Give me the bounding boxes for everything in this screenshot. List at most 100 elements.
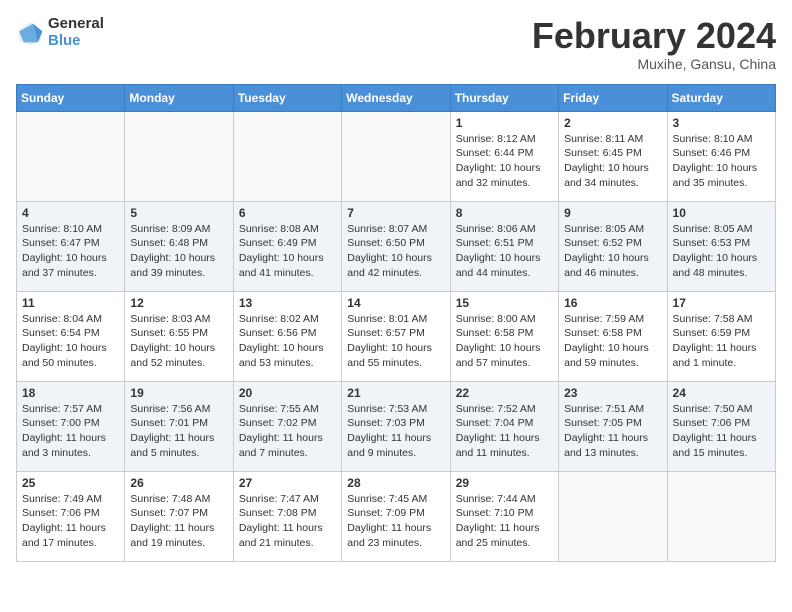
calendar-table: SundayMondayTuesdayWednesdayThursdayFrid… — [16, 84, 776, 562]
day-info: Sunrise: 7:44 AM Sunset: 7:10 PM Dayligh… — [456, 492, 553, 551]
calendar-week-3: 11 Sunrise: 8:04 AM Sunset: 6:54 PM Dayli… — [17, 291, 776, 381]
calendar-cell: 20Sunrise: 7:55 AM Sunset: 7:02 PM Dayli… — [233, 381, 341, 471]
calendar-cell: 24 Sunrise: 7:50 AM Sunset: 7:06 PM Dayli… — [667, 381, 775, 471]
day-number: 3 — [673, 116, 770, 130]
calendar-cell: 28 Sunrise: 7:45 AM Sunset: 7:09 PM Dayli… — [342, 471, 450, 561]
calendar-cell: 17 Sunrise: 7:58 AM Sunset: 6:59 PM Dayli… — [667, 291, 775, 381]
weekday-header-monday: Monday — [125, 84, 233, 111]
day-info: Sunrise: 8:11 AM Sunset: 6:45 PM Dayligh… — [564, 132, 661, 191]
day-info: Sunrise: 7:47 AM Sunset: 7:08 PM Dayligh… — [239, 492, 336, 551]
day-number: 26 — [130, 476, 227, 490]
calendar-cell: 6 Sunrise: 8:08 AM Sunset: 6:49 PM Daylig… — [233, 201, 341, 291]
calendar-cell — [17, 111, 125, 201]
calendar-cell — [559, 471, 667, 561]
day-info: Sunrise: 8:05 AM Sunset: 6:53 PM Dayligh… — [673, 222, 770, 281]
logo-icon — [16, 19, 44, 47]
calendar-cell: 10 Sunrise: 8:05 AM Sunset: 6:53 PM Dayli… — [667, 201, 775, 291]
calendar-cell — [667, 471, 775, 561]
weekday-header-saturday: Saturday — [667, 84, 775, 111]
calendar-cell — [342, 111, 450, 201]
calendar-cell: 2 Sunrise: 8:11 AM Sunset: 6:45 PM Daylig… — [559, 111, 667, 201]
calendar-cell: 15Sunrise: 8:00 AM Sunset: 6:58 PM Dayli… — [450, 291, 558, 381]
logo: General Blue — [16, 16, 104, 49]
day-info: Sunrise: 8:12 AM Sunset: 6:44 PM Dayligh… — [456, 132, 553, 191]
weekday-header-friday: Friday — [559, 84, 667, 111]
day-number: 13 — [239, 296, 336, 310]
logo-blue-label: Blue — [48, 33, 104, 50]
day-number: 8 — [456, 206, 553, 220]
day-info: Sunrise: 7:48 AM Sunset: 7:07 PM Dayligh… — [130, 492, 227, 551]
calendar-cell: 18Sunrise: 7:57 AM Sunset: 7:00 PM Dayli… — [17, 381, 125, 471]
day-number: 22 — [456, 386, 553, 400]
day-info: Sunrise: 7:50 AM Sunset: 7:06 PM Dayligh… — [673, 402, 770, 461]
weekday-header-thursday: Thursday — [450, 84, 558, 111]
calendar-cell: 22 Sunrise: 7:52 AM Sunset: 7:04 PM Dayli… — [450, 381, 558, 471]
day-info: Sunrise: 8:07 AM Sunset: 6:50 PM Dayligh… — [347, 222, 444, 281]
calendar-cell: 14Sunrise: 8:01 AM Sunset: 6:57 PM Dayli… — [342, 291, 450, 381]
weekday-header-row: SundayMondayTuesdayWednesdayThursdayFrid… — [17, 84, 776, 111]
day-info: Sunrise: 8:03 AM Sunset: 6:55 PM Dayligh… — [130, 312, 227, 371]
calendar-cell: 11 Sunrise: 8:04 AM Sunset: 6:54 PM Dayli… — [17, 291, 125, 381]
calendar-cell — [233, 111, 341, 201]
month-title: February 2024 — [532, 16, 776, 56]
day-number: 11 — [22, 296, 119, 310]
day-info: Sunrise: 8:08 AM Sunset: 6:49 PM Dayligh… — [239, 222, 336, 281]
logo-general-label: General — [48, 16, 104, 33]
calendar-cell: 1 Sunrise: 8:12 AM Sunset: 6:44 PM Daylig… — [450, 111, 558, 201]
day-number: 21 — [347, 386, 444, 400]
calendar-week-4: 18Sunrise: 7:57 AM Sunset: 7:00 PM Dayli… — [17, 381, 776, 471]
day-info: Sunrise: 8:06 AM Sunset: 6:51 PM Dayligh… — [456, 222, 553, 281]
day-number: 20 — [239, 386, 336, 400]
day-number: 2 — [564, 116, 661, 130]
calendar-cell: 29 Sunrise: 7:44 AM Sunset: 7:10 PM Dayli… — [450, 471, 558, 561]
day-info: Sunrise: 8:04 AM Sunset: 6:54 PM Dayligh… — [22, 312, 119, 371]
day-number: 15 — [456, 296, 553, 310]
calendar-cell: 8 Sunrise: 8:06 AM Sunset: 6:51 PM Daylig… — [450, 201, 558, 291]
day-number: 7 — [347, 206, 444, 220]
day-number: 16 — [564, 296, 661, 310]
calendar-cell: 7 Sunrise: 8:07 AM Sunset: 6:50 PM Daylig… — [342, 201, 450, 291]
day-number: 23 — [564, 386, 661, 400]
day-number: 24 — [673, 386, 770, 400]
weekday-header-wednesday: Wednesday — [342, 84, 450, 111]
location: Muxihe, Gansu, China — [532, 56, 776, 72]
day-info: Sunrise: 8:02 AM Sunset: 6:56 PM Dayligh… — [239, 312, 336, 371]
day-info: Sunrise: 7:51 AM Sunset: 7:05 PM Dayligh… — [564, 402, 661, 461]
calendar-week-5: 25 Sunrise: 7:49 AM Sunset: 7:06 PM Dayli… — [17, 471, 776, 561]
day-number: 28 — [347, 476, 444, 490]
day-info: Sunrise: 7:57 AM Sunset: 7:00 PM Dayligh… — [22, 402, 119, 461]
day-number: 5 — [130, 206, 227, 220]
calendar-cell: 3 Sunrise: 8:10 AM Sunset: 6:46 PM Daylig… — [667, 111, 775, 201]
day-number: 17 — [673, 296, 770, 310]
day-info: Sunrise: 8:10 AM Sunset: 6:47 PM Dayligh… — [22, 222, 119, 281]
weekday-header-tuesday: Tuesday — [233, 84, 341, 111]
day-number: 4 — [22, 206, 119, 220]
calendar-cell: 4 Sunrise: 8:10 AM Sunset: 6:47 PM Daylig… — [17, 201, 125, 291]
day-info: Sunrise: 8:10 AM Sunset: 6:46 PM Dayligh… — [673, 132, 770, 191]
title-block: February 2024 Muxihe, Gansu, China — [532, 16, 776, 72]
day-info: Sunrise: 7:58 AM Sunset: 6:59 PM Dayligh… — [673, 312, 770, 371]
day-number: 29 — [456, 476, 553, 490]
day-info: Sunrise: 7:49 AM Sunset: 7:06 PM Dayligh… — [22, 492, 119, 551]
calendar-cell: 9Sunrise: 8:05 AM Sunset: 6:52 PM Daylig… — [559, 201, 667, 291]
day-number: 27 — [239, 476, 336, 490]
day-number: 10 — [673, 206, 770, 220]
day-info: Sunrise: 8:01 AM Sunset: 6:57 PM Dayligh… — [347, 312, 444, 371]
calendar-cell: 16 Sunrise: 7:59 AM Sunset: 6:58 PM Dayli… — [559, 291, 667, 381]
day-number: 25 — [22, 476, 119, 490]
calendar-cell: 25 Sunrise: 7:49 AM Sunset: 7:06 PM Dayli… — [17, 471, 125, 561]
day-number: 6 — [239, 206, 336, 220]
calendar-cell: 5Sunrise: 8:09 AM Sunset: 6:48 PM Daylig… — [125, 201, 233, 291]
calendar-cell: 27 Sunrise: 7:47 AM Sunset: 7:08 PM Dayli… — [233, 471, 341, 561]
day-number: 19 — [130, 386, 227, 400]
calendar-cell: 19Sunrise: 7:56 AM Sunset: 7:01 PM Dayli… — [125, 381, 233, 471]
calendar-cell: 21Sunrise: 7:53 AM Sunset: 7:03 PM Dayli… — [342, 381, 450, 471]
calendar-cell: 26 Sunrise: 7:48 AM Sunset: 7:07 PM Dayli… — [125, 471, 233, 561]
day-number: 1 — [456, 116, 553, 130]
day-info: Sunrise: 7:52 AM Sunset: 7:04 PM Dayligh… — [456, 402, 553, 461]
day-number: 9 — [564, 206, 661, 220]
day-info: Sunrise: 7:45 AM Sunset: 7:09 PM Dayligh… — [347, 492, 444, 551]
day-info: Sunrise: 7:59 AM Sunset: 6:58 PM Dayligh… — [564, 312, 661, 371]
calendar-cell: 13 Sunrise: 8:02 AM Sunset: 6:56 PM Dayli… — [233, 291, 341, 381]
calendar-cell — [125, 111, 233, 201]
